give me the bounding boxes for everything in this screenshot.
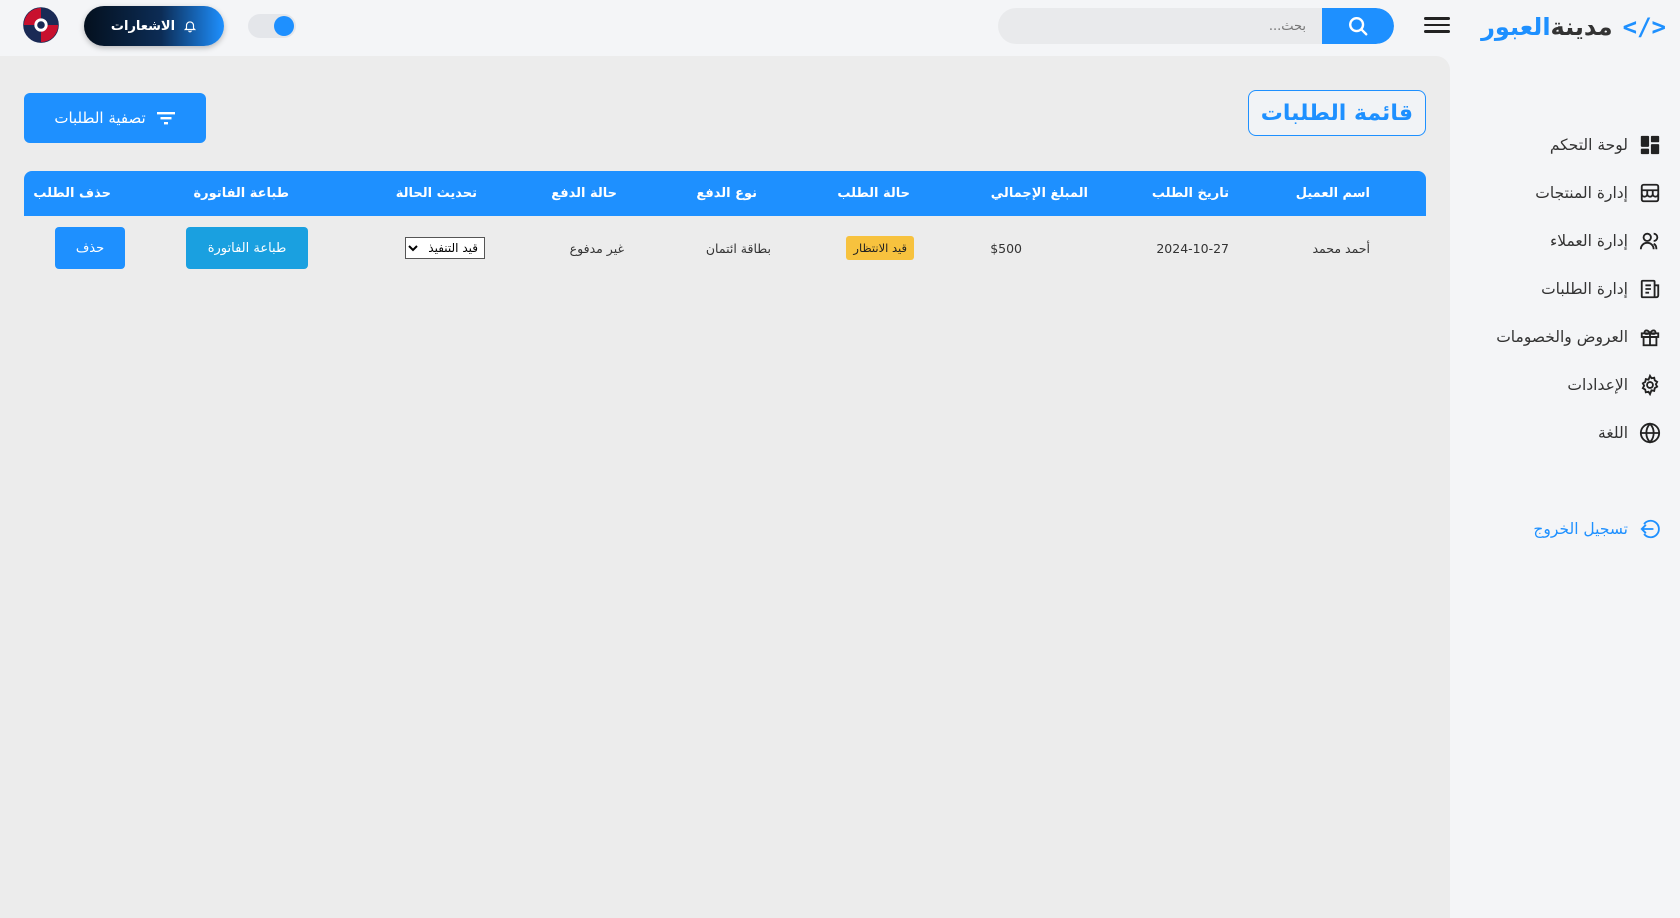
notifications-button[interactable]: الاشعارات — [84, 6, 224, 46]
cell-date: 2024-10-27 — [1156, 240, 1229, 256]
sidebar-item-label: لوحة التحكم — [1549, 136, 1628, 154]
cell-print-invoice: طباعة الفاتورة — [186, 216, 308, 280]
theme-toggle[interactable] — [248, 14, 296, 38]
header-payment-type: نوع الدفع — [696, 186, 757, 201]
cell-payment-status: غير مدفوع — [569, 240, 624, 256]
store-icon — [1638, 181, 1662, 205]
top-bar: </> مدينةالعبور الاشعارات — [0, 0, 1680, 56]
main-content: قائمة الطلبات تصفية الطلبات اسم العميل ت… — [0, 56, 1450, 918]
filter-icon — [156, 112, 175, 125]
hamburger-menu-icon[interactable] — [1424, 12, 1450, 38]
gear-icon — [1638, 373, 1662, 397]
sidebar-item-language[interactable]: اللغة — [1598, 418, 1662, 448]
app-logo-icon[interactable] — [22, 6, 60, 44]
sidebar-item-dashboard[interactable]: لوحة التحكم — [1550, 130, 1662, 160]
filter-orders-button[interactable]: تصفية الطلبات — [24, 93, 206, 143]
notifications-label: الاشعارات — [110, 18, 176, 34]
header-status: حالة الطلب — [837, 186, 910, 201]
sidebar-item-settings[interactable]: الإعدادات — [1567, 370, 1662, 400]
bell-icon — [184, 21, 197, 33]
header-customer: اسم العميل — [1295, 186, 1370, 201]
status-badge: قيد الانتظار — [846, 236, 914, 260]
toggle-knob — [274, 16, 294, 36]
sidebar-item-label: الإعدادات — [1567, 376, 1628, 394]
header-date: تاريخ الطلب — [1151, 186, 1229, 201]
brand-name-accent: العبور — [1481, 13, 1551, 41]
cell-status: قيد الانتظار — [846, 216, 914, 280]
sidebar-item-offers[interactable]: العروض والخصومات — [1496, 322, 1662, 352]
header-print-invoice: طباعة الفاتورة — [193, 186, 290, 201]
orders-table: اسم العميل تاريخ الطلب المبلغ الإجمالي ح… — [24, 171, 1426, 280]
orders-icon — [1638, 277, 1662, 301]
sidebar-item-customers[interactable]: إدارة العملاء — [1550, 226, 1662, 256]
search-bar — [998, 8, 1394, 44]
brand-logo[interactable]: </> مدينةالعبور — [1481, 10, 1666, 44]
table-row: أحمد محمد 2024-10-27 $500 قيد الانتظار ب… — [24, 216, 1426, 280]
sidebar-item-products[interactable]: إدارة المنتجات — [1535, 178, 1662, 208]
globe-icon — [1638, 421, 1662, 445]
cell-total: $500 — [990, 240, 1022, 256]
search-icon — [1349, 17, 1368, 36]
cell-customer: أحمد محمد — [1312, 240, 1370, 256]
delete-button[interactable]: حذف — [55, 227, 125, 269]
sidebar-item-label: العروض والخصومات — [1496, 328, 1628, 346]
logout-label: تسجيل الخروج — [1533, 520, 1628, 538]
header-delete-order: حذف الطلب — [33, 186, 111, 201]
header-update-status: تحديث الحالة — [395, 186, 477, 201]
cell-payment-type: بطاقة ائتمان — [705, 240, 771, 256]
cell-delete-order: حذف — [55, 216, 125, 280]
users-icon — [1638, 229, 1662, 253]
gift-icon — [1638, 325, 1662, 349]
header-total: المبلغ الإجمالي — [990, 186, 1088, 201]
status-select[interactable]: قيد التنفيذ — [405, 237, 485, 259]
sidebar-item-label: إدارة المنتجات — [1535, 184, 1628, 202]
sidebar-item-label: إدارة الطلبات — [1541, 280, 1628, 298]
sidebar: لوحة التحكم إدارة المنتجات إدارة العملاء… — [1450, 56, 1680, 918]
sidebar-item-label: اللغة — [1598, 424, 1628, 442]
search-button[interactable] — [1322, 8, 1394, 44]
header-payment-status: حالة الدفع — [551, 186, 617, 201]
logout-icon — [1638, 517, 1662, 541]
table-header: اسم العميل تاريخ الطلب المبلغ الإجمالي ح… — [24, 171, 1426, 216]
code-icon: </> — [1622, 13, 1666, 41]
dashboard-icon — [1638, 133, 1662, 157]
page-title: قائمة الطلبات — [1247, 90, 1426, 136]
logout-button[interactable]: تسجيل الخروج — [1533, 514, 1662, 544]
cell-update-status: قيد التنفيذ — [405, 216, 485, 280]
sidebar-item-label: إدارة العملاء — [1549, 232, 1628, 250]
print-invoice-button[interactable]: طباعة الفاتورة — [186, 227, 308, 269]
filter-orders-label: تصفية الطلبات — [54, 109, 146, 127]
search-input[interactable] — [998, 8, 1322, 44]
sidebar-item-orders[interactable]: إدارة الطلبات — [1541, 274, 1662, 304]
brand-name-main: مدينة — [1550, 13, 1613, 41]
brand-name: مدينةالعبور — [1481, 13, 1613, 41]
